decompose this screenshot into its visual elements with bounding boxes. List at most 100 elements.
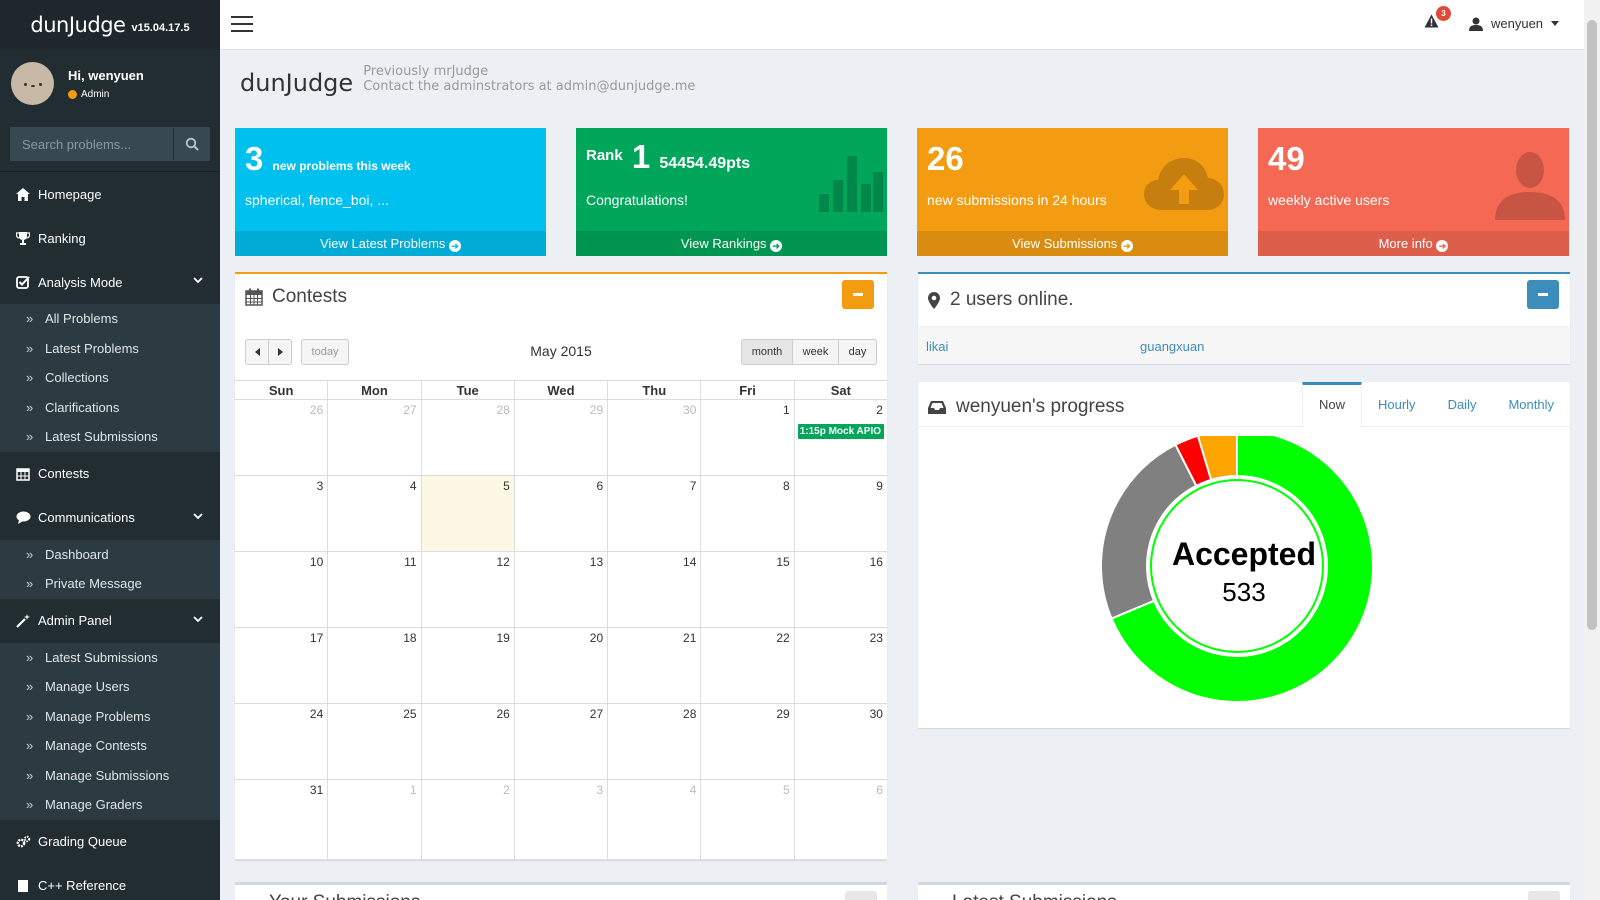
search-button[interactable]	[173, 128, 209, 160]
calendar-day-number: 23	[869, 631, 883, 645]
calendar-day-number: 2	[876, 403, 883, 417]
sidebar-item-admin-panel[interactable]: Admin Panel	[0, 599, 220, 643]
calendar-day-cell[interactable]: 1	[700, 400, 793, 475]
online-user-link[interactable]: guangxuan	[1140, 339, 1204, 354]
sidebar-subitem-latest-problems[interactable]: » Latest Problems	[0, 334, 220, 364]
calendar-day-today[interactable]: 5	[420, 476, 514, 551]
calendar-day-cell[interactable]: 23	[793, 628, 887, 703]
tab-hourly[interactable]: Hourly	[1362, 382, 1432, 427]
sidebar-subitem-all-problems[interactable]: » All Problems	[0, 304, 220, 334]
sidebar-subitem-private-message[interactable]: » Private Message	[0, 569, 220, 599]
calendar-day-cell[interactable]: 15	[700, 552, 793, 627]
contests-collapse-button[interactable]	[842, 280, 874, 309]
calendar-day-cell[interactable]: 21	[607, 628, 700, 703]
calendar-day-cell[interactable]: 28	[607, 704, 700, 779]
scrollbar[interactable]	[1584, 0, 1600, 900]
sidebar-item-grading-queue[interactable]: Grading Queue	[0, 820, 220, 864]
calendar-day-cell[interactable]: 31	[235, 780, 327, 859]
menu-toggle-icon[interactable]	[231, 16, 253, 32]
calendar-day-cell[interactable]: 4	[327, 476, 420, 551]
sidebar-subitem-manage-problems[interactable]: » Manage Problems	[0, 702, 220, 732]
your-submissions-collapse-button[interactable]	[845, 891, 877, 900]
calendar-day-cell[interactable]: 29	[700, 704, 793, 779]
more-info-link[interactable]: More info ➜	[1258, 231, 1569, 256]
view-submissions-link[interactable]: View Submissions ➜	[917, 231, 1228, 256]
calendar-day-cell[interactable]: 2	[420, 780, 514, 859]
calendar-day-cell[interactable]: 5	[700, 780, 793, 859]
calendar-day-cell[interactable]: 28	[420, 400, 514, 475]
calendar-day-cell[interactable]: 11	[327, 552, 420, 627]
calendar-day-cell[interactable]: 19	[420, 628, 514, 703]
calendar-day-cell[interactable]: 26	[420, 704, 514, 779]
sidebar-item-communications[interactable]: Communications	[0, 496, 220, 540]
brand-logo[interactable]: dunJudge v15.04.17.5	[0, 0, 220, 50]
view-rankings-link[interactable]: View Rankings ➜	[576, 231, 887, 256]
calendar-day-cell[interactable]: 6	[513, 476, 607, 551]
sidebar-subitem-latest-submissions[interactable]: » Latest Submissions	[0, 422, 220, 452]
sidebar-subitem-admin-latest-submissions[interactable]: » Latest Submissions	[0, 643, 220, 673]
search-input[interactable]	[11, 128, 173, 160]
calendar-day-cell[interactable]: 27	[513, 704, 607, 779]
sidebar-subitem-dashboard[interactable]: » Dashboard	[0, 540, 220, 570]
calendar-day-cell[interactable]: 3	[513, 780, 607, 859]
calendar-day-cell[interactable]: 12	[420, 552, 514, 627]
scrollbar-thumb[interactable]	[1587, 20, 1597, 630]
calendar-day-cell[interactable]: 18	[327, 628, 420, 703]
calendar-day-number: 13	[589, 555, 604, 569]
calendar-day-cell[interactable]: 14	[607, 552, 700, 627]
calendar-event[interactable]: 1:15p Mock APIO	[797, 424, 884, 439]
calendar-view-week[interactable]: week	[792, 339, 839, 365]
sidebar-item-homepage[interactable]: Homepage	[0, 172, 220, 216]
admin-submenu: » Latest Submissions » Manage Users » Manag…	[0, 642, 220, 820]
sidebar-subitem-manage-graders[interactable]: » Manage Graders	[0, 790, 220, 820]
user-menu[interactable]: wenyuen	[1469, 16, 1560, 31]
sidebar-item-analysis-mode[interactable]: Analysis Mode	[0, 260, 220, 304]
calendar-day-cell[interactable]: 24	[235, 704, 327, 779]
sidebar-subitem-manage-users[interactable]: » Manage Users	[0, 672, 220, 702]
calendar-day-cell[interactable]: 9	[793, 476, 887, 551]
calendar-day-cell[interactable]: 16	[793, 552, 887, 627]
calendar-day-number: 26	[309, 403, 324, 417]
calendar-day-cell[interactable]: 7	[607, 476, 700, 551]
calendar-day-cell[interactable]: 30	[793, 704, 887, 779]
calendar-view-month[interactable]: month	[741, 339, 793, 365]
sidebar-item-ranking[interactable]: Ranking	[0, 216, 220, 260]
calendar-day-cell[interactable]: 22	[700, 628, 793, 703]
calendar-day-cell[interactable]: 20	[513, 628, 607, 703]
new-problems-count: 3	[245, 140, 264, 177]
calendar-day-cell[interactable]: 2 1:15p Mock APIO	[793, 400, 887, 475]
sidebar-subitem-manage-contests[interactable]: » Manage Contests	[0, 731, 220, 761]
view-latest-problems-link[interactable]: View Latest Problems ➜	[235, 231, 546, 256]
sidebar-item-cpp-reference[interactable]: C++ Reference	[0, 864, 220, 900]
tab-daily[interactable]: Daily	[1432, 382, 1493, 427]
calendar-day-cell[interactable]: 25	[327, 704, 420, 779]
calendar-day-cell[interactable]: 30	[607, 400, 700, 475]
double-chevron-right-icon: »	[26, 738, 34, 754]
sidebar-subitem-clarifications[interactable]: » Clarifications	[0, 393, 220, 423]
calendar-day-cell[interactable]: 26	[235, 400, 327, 475]
calendar-day-cell[interactable]: 1	[327, 780, 420, 859]
calendar-day-cell[interactable]: 29	[513, 400, 607, 475]
calendar-day-cell[interactable]: 17	[235, 628, 327, 703]
sidebar-subitem-manage-submissions[interactable]: » Manage Submissions	[0, 761, 220, 791]
calendar-day-cell[interactable]: 6	[793, 780, 887, 859]
calendar-day-cell[interactable]: 27	[327, 400, 420, 475]
new-problems-label: new problems this week	[272, 159, 411, 173]
online-users-header: 2 users online.	[918, 274, 1570, 327]
calendar-day-cell[interactable]: 10	[235, 552, 327, 627]
tab-monthly[interactable]: Monthly	[1492, 382, 1570, 427]
online-collapse-button[interactable]	[1527, 280, 1559, 309]
tab-now[interactable]: Now	[1301, 382, 1362, 427]
sidebar-item-contests[interactable]: Contests	[0, 452, 220, 496]
page-subtitle: Previously mrJudge Contact the adminstra…	[363, 64, 695, 97]
online-user-link[interactable]: likai	[926, 339, 948, 354]
calendar-view-day[interactable]: day	[838, 339, 877, 365]
calendar-day-number: 2	[503, 783, 510, 797]
calendar-day-cell[interactable]: 8	[700, 476, 793, 551]
latest-submissions-collapse-button[interactable]	[1528, 891, 1560, 900]
calendar-day-cell[interactable]: 4	[607, 780, 700, 859]
calendar-day-cell[interactable]: 3	[235, 476, 327, 551]
notifications-button[interactable]: 3	[1424, 6, 1451, 28]
sidebar-subitem-collections[interactable]: » Collections	[0, 363, 220, 393]
calendar-day-cell[interactable]: 13	[513, 552, 607, 627]
